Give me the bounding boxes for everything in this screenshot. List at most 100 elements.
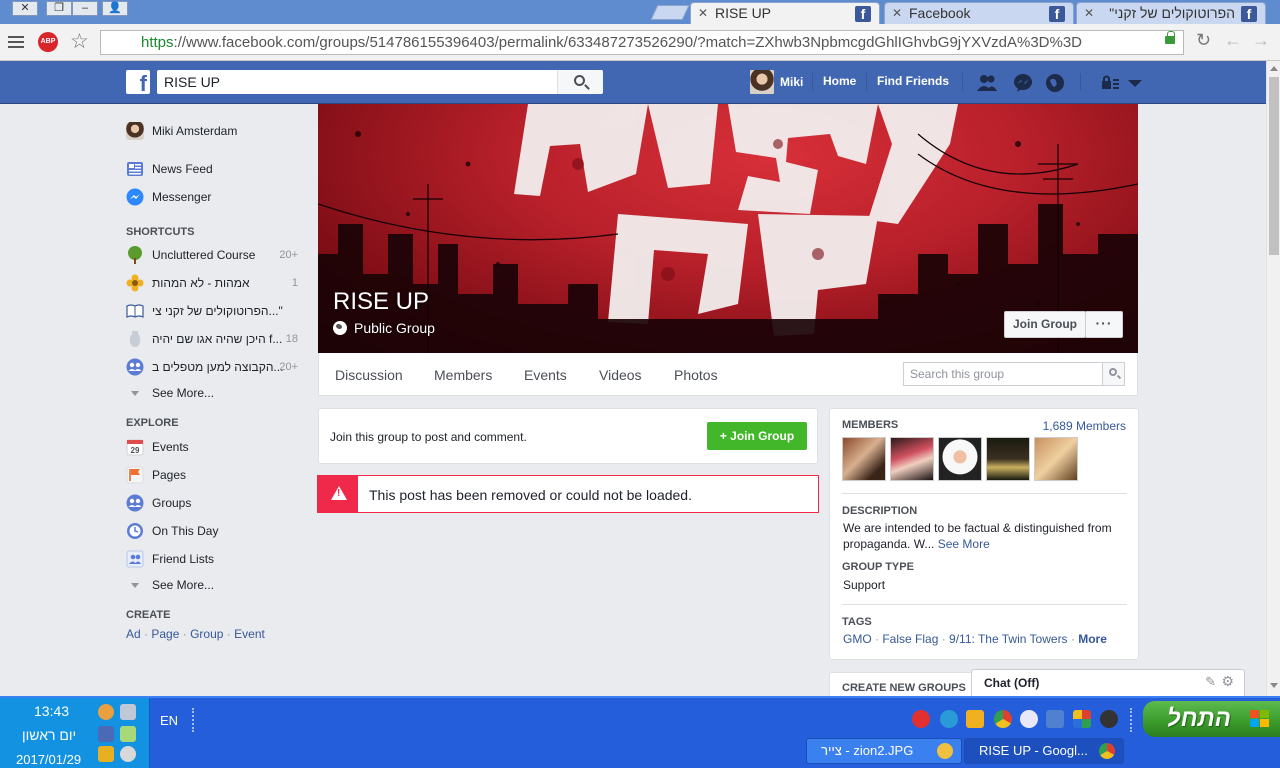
sidebar-item-profile[interactable]: Miki Amsterdam xyxy=(126,120,306,142)
see-more-explore-link[interactable]: See More... xyxy=(126,574,306,596)
messenger-tray-icon[interactable] xyxy=(98,704,114,720)
close-tab-icon[interactable]: ✕ xyxy=(1084,3,1094,24)
new-tab-button[interactable] xyxy=(650,5,690,20)
facebook-logo-icon[interactable]: f xyxy=(126,70,150,94)
group-search-button[interactable] xyxy=(1102,363,1124,385)
members-count-link[interactable]: 1,689 Members xyxy=(1043,419,1126,433)
tab-videos[interactable]: Videos xyxy=(599,367,642,383)
browser-tab-rise-up[interactable]: ✕ RISE UP f xyxy=(690,2,880,24)
tab-photos[interactable]: Photos xyxy=(674,367,718,383)
scrollbar-thumb[interactable] xyxy=(1269,77,1279,255)
sidebar-item-shortcut[interactable]: הפרוטוקולים של זקני צי..." xyxy=(126,300,306,322)
create-page-link[interactable]: Page xyxy=(151,627,179,641)
account-menu-chevron-down-icon[interactable] xyxy=(1125,73,1145,93)
adblock-icon[interactable]: ABP xyxy=(38,32,58,52)
tag-link[interactable]: 9/11: The Twin Towers xyxy=(949,632,1068,646)
member-avatar[interactable] xyxy=(842,437,886,481)
dog-app-icon[interactable] xyxy=(1100,710,1118,728)
create-ad-link[interactable]: Ad xyxy=(126,627,141,641)
chrome-icon[interactable] xyxy=(994,710,1012,728)
reload-icon[interactable]: ↻ xyxy=(1196,30,1211,51)
internet-explorer-icon[interactable] xyxy=(940,710,958,728)
facebook-search xyxy=(157,70,603,94)
scroll-up-icon[interactable] xyxy=(1270,66,1278,71)
opera-icon[interactable] xyxy=(912,710,930,728)
printer-tray-icon[interactable] xyxy=(120,704,136,720)
user-profile-button[interactable]: 👤 xyxy=(102,1,128,16)
member-avatar[interactable] xyxy=(890,437,934,481)
restore-window-button[interactable]: ❐ xyxy=(46,1,72,16)
create-event-link[interactable]: Event xyxy=(234,627,265,641)
app-tray-icon[interactable] xyxy=(120,726,136,742)
separator: · xyxy=(938,632,950,646)
join-group-button[interactable]: Join Group xyxy=(1004,311,1086,338)
close-tab-icon[interactable]: ✕ xyxy=(698,3,708,24)
forward-arrow-icon[interactable]: → xyxy=(1252,30,1270,51)
taskbar-item-paint[interactable]: צייר - zion2.JPG xyxy=(806,738,962,764)
close-window-button[interactable]: ✕ xyxy=(12,1,38,16)
sidebar-item-pages[interactable]: Pages xyxy=(126,464,306,486)
outlook-icon[interactable] xyxy=(966,710,984,728)
browser-tab-facebook[interactable]: ✕ Facebook f xyxy=(884,2,1074,24)
compose-icon[interactable]: ✎ xyxy=(1205,674,1216,690)
tag-link[interactable]: False Flag xyxy=(882,632,938,646)
search-button[interactable] xyxy=(557,70,603,94)
sidebar-item-groups[interactable]: Groups xyxy=(126,492,306,514)
tab-events[interactable]: Events xyxy=(524,367,567,383)
join-group-green-button[interactable]: + Join Group xyxy=(707,422,807,450)
sidebar-item-shortcut[interactable]: אמהות - לא המהות 1 xyxy=(126,272,306,294)
back-arrow-icon[interactable]: ← xyxy=(1224,30,1242,51)
see-more-shortcuts-link[interactable]: See More... xyxy=(126,382,306,404)
member-avatar[interactable] xyxy=(986,437,1030,481)
close-tab-icon[interactable]: ✕ xyxy=(892,3,902,24)
network-tray-icon[interactable] xyxy=(98,726,114,742)
find-friends-link[interactable]: Find Friends xyxy=(877,74,949,88)
member-avatar[interactable] xyxy=(1034,437,1078,481)
see-more-description-link[interactable]: See More xyxy=(938,537,990,551)
gear-icon[interactable]: ⚙ xyxy=(1221,673,1234,690)
cd-tray-icon[interactable] xyxy=(120,746,136,762)
sidebar-item-on-this-day[interactable]: On This Day xyxy=(126,520,306,542)
language-indicator[interactable]: EN xyxy=(160,712,184,730)
browser-menu-icon[interactable] xyxy=(8,36,24,48)
media-player-icon[interactable] xyxy=(1020,710,1038,728)
page-scrollbar[interactable] xyxy=(1266,61,1280,696)
tag-link[interactable]: GMO xyxy=(843,632,872,646)
divider xyxy=(962,73,963,91)
create-group-link[interactable]: Group xyxy=(190,627,223,641)
volume-tray-icon[interactable] xyxy=(98,746,114,762)
browser-tab-protocols[interactable]: ✕ הפרוטוקולים של זקני" f xyxy=(1076,2,1266,24)
sidebar-item-shortcut[interactable]: היכן שהיה אגו שם יהיה f... 18 xyxy=(126,328,306,350)
facebook-search-input[interactable] xyxy=(164,71,554,93)
toolbar-grip[interactable] xyxy=(1130,708,1133,732)
sidebar-item-news-feed[interactable]: News Feed xyxy=(126,158,306,180)
sidebar-item-shortcut[interactable]: Uncluttered Course 20+ xyxy=(126,244,306,266)
create-header: CREATE xyxy=(126,609,171,621)
home-link[interactable]: Home xyxy=(823,74,856,88)
url-input[interactable]: https://www.facebook.com/groups/51478615… xyxy=(100,30,1184,55)
tab-members[interactable]: Members xyxy=(434,367,492,383)
tab-discussion[interactable]: Discussion xyxy=(335,367,403,383)
bookmark-star-icon[interactable]: ☆ xyxy=(70,29,89,54)
sidebar-item-messenger[interactable]: Messenger xyxy=(126,186,306,208)
notifications-globe-icon[interactable] xyxy=(1045,73,1065,93)
start-button[interactable]: התחל xyxy=(1143,701,1280,737)
more-tags-link[interactable]: More xyxy=(1078,632,1107,646)
sidebar-item-events[interactable]: 29 Events xyxy=(126,436,306,458)
taskbar-item-chrome[interactable]: RISE UP - Googl... xyxy=(964,738,1124,764)
group-search-input[interactable] xyxy=(904,363,1094,385)
more-options-button[interactable]: ··· xyxy=(1085,311,1123,338)
chat-sidebar-bar[interactable]: Chat (Off) ✎ ⚙ xyxy=(971,669,1245,696)
sidebar-item-shortcut[interactable]: הקבוצה למען מטפלים ב... 20+ xyxy=(126,356,306,378)
privacy-lock-icon[interactable] xyxy=(1100,73,1120,93)
messenger-icon[interactable] xyxy=(1013,73,1033,93)
sidebar-item-friend-lists[interactable]: Friend Lists xyxy=(126,548,306,570)
paint-icon[interactable] xyxy=(1073,710,1091,728)
toolbar-grip[interactable] xyxy=(192,708,195,732)
member-avatar[interactable] xyxy=(938,437,982,481)
friend-requests-icon[interactable] xyxy=(977,73,997,93)
scroll-down-icon[interactable] xyxy=(1270,683,1278,688)
app-launcher-icon[interactable] xyxy=(1046,710,1064,728)
clock-time[interactable]: 13:43 xyxy=(34,703,69,719)
minimize-window-button[interactable]: – xyxy=(72,1,98,16)
